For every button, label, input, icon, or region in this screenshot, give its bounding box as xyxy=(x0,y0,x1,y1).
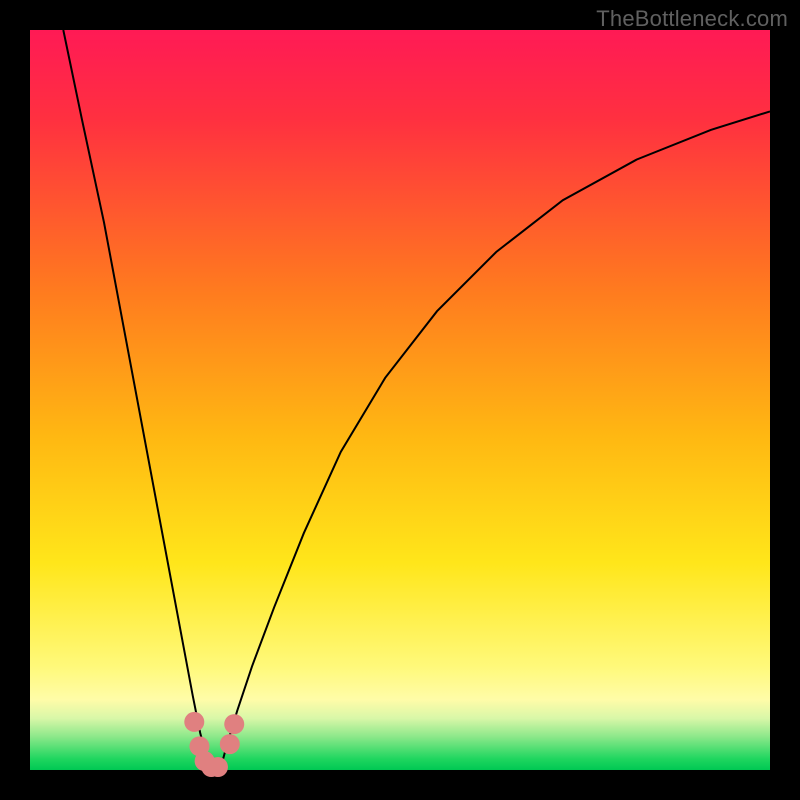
marker-dot xyxy=(184,712,204,732)
marker-dot xyxy=(208,757,228,777)
figure-frame: TheBottleneck.com xyxy=(0,0,800,800)
bottleneck-chart xyxy=(0,0,800,800)
marker-dot xyxy=(224,714,244,734)
watermark-text: TheBottleneck.com xyxy=(596,6,788,32)
plot-background xyxy=(30,30,770,770)
marker-dot xyxy=(220,734,240,754)
